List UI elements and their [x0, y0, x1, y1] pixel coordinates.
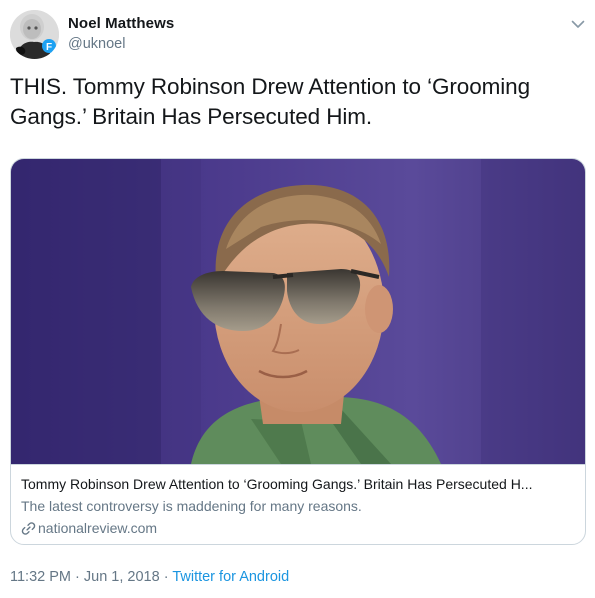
card-divider: [11, 464, 585, 465]
card-image[interactable]: [11, 159, 585, 464]
card-title[interactable]: Tommy Robinson Drew Attention to ‘Groomi…: [21, 476, 576, 492]
avatar[interactable]: F: [10, 10, 59, 59]
author-handle[interactable]: @uknoel: [68, 36, 125, 52]
link-card[interactable]: Tommy Robinson Drew Attention to ‘Groomi…: [10, 158, 586, 545]
card-photo: [11, 159, 585, 464]
tweet-menu-button[interactable]: [568, 14, 588, 34]
meta-separator: ·: [159, 569, 173, 585]
meta-separator: ·: [71, 569, 84, 585]
tweet-date[interactable]: Jun 1, 2018: [84, 569, 160, 585]
tweet-source-link[interactable]: Twitter for Android: [172, 569, 289, 585]
card-domain-text: nationalreview.com: [38, 520, 158, 536]
avatar-badge-letter: F: [46, 42, 52, 53]
link-icon: [21, 521, 36, 536]
card-description: The latest controversy is maddening for …: [21, 498, 362, 514]
chevron-down-icon: [571, 20, 585, 28]
tweet-text: THIS. Tommy Robinson Drew Attention to ‘…: [10, 74, 530, 129]
avatar-image: F: [10, 10, 59, 59]
card-domain[interactable]: nationalreview.com: [21, 519, 157, 537]
tweet: F Noel Matthews @uknoel THIS. Tommy Robi…: [0, 0, 595, 598]
author-name[interactable]: Noel Matthews: [68, 15, 174, 32]
tweet-meta: 11:32 PM · Jun 1, 2018 · Twitter for And…: [10, 569, 289, 585]
tweet-time[interactable]: 11:32 PM: [10, 569, 71, 585]
